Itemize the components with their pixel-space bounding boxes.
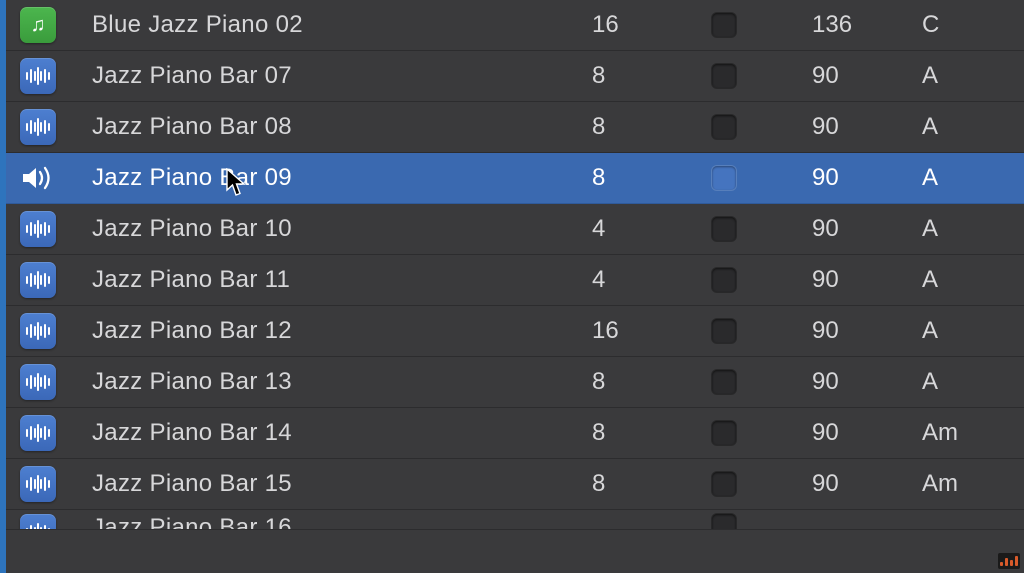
loop-beats: 8 [592,419,712,447]
loop-row[interactable]: Jazz Piano Bar 138 90A [6,357,1024,408]
loop-tempo: 90 [812,113,922,141]
audio-loop-icon [20,466,56,502]
loop-beats: 16 [592,317,712,345]
favorite-checkbox[interactable] [712,13,736,37]
loop-row[interactable]: Jazz Piano Bar 104 90A [6,204,1024,255]
loop-beats: 8 [592,470,712,498]
loop-key: Am [922,470,992,498]
favorite-checkbox[interactable] [712,115,736,139]
row-icon-slot[interactable] [16,58,60,94]
loop-beats: 8 [592,62,712,90]
favorite-cell [712,115,812,139]
favorite-cell [712,421,812,445]
loop-tempo: 136 [812,11,922,39]
loop-row[interactable]: Jazz Piano Bar 1216 90A [6,306,1024,357]
loop-beats: 4 [592,215,712,243]
row-icon-slot[interactable] [16,262,60,298]
favorite-cell [712,319,812,343]
loop-name: Jazz Piano Bar 07 [60,62,592,90]
loop-key: A [922,368,992,396]
favorite-cell [712,217,812,241]
loop-key: Am [922,419,992,447]
favorite-cell [712,370,812,394]
loop-name: Jazz Piano Bar 12 [60,317,592,345]
loop-tempo: 90 [812,470,922,498]
loop-name: Jazz Piano Bar 09 [60,164,592,192]
audio-loop-icon [20,514,56,530]
favorite-checkbox[interactable] [712,268,736,292]
loop-list: ♫Blue Jazz Piano 0216136CJazz Piano Bar … [6,0,1024,573]
loop-row[interactable]: Jazz Piano Bar 114 90A [6,255,1024,306]
loop-beats: 8 [592,164,712,192]
audio-loop-icon [20,262,56,298]
loop-key: A [922,317,992,345]
row-icon-slot[interactable] [16,466,60,502]
loop-tempo: 90 [812,368,922,396]
row-icon-slot[interactable] [16,415,60,451]
favorite-checkbox[interactable] [712,421,736,445]
loop-key: A [922,113,992,141]
loop-beats: 8 [592,113,712,141]
favorite-checkbox[interactable] [712,514,736,530]
loop-name: Jazz Piano Bar 14 [60,419,592,447]
loop-beats: 4 [592,266,712,294]
loop-key: A [922,62,992,90]
loop-name: Blue Jazz Piano 02 [60,11,592,39]
eq-badge-icon [998,553,1020,569]
row-icon-slot[interactable] [16,211,60,247]
loop-row[interactable]: ♫Blue Jazz Piano 0216 136C [6,0,1024,51]
loop-tempo: 90 [812,164,922,192]
loop-row[interactable]: Jazz Piano Bar 148 90Am [6,408,1024,459]
favorite-checkbox[interactable] [712,319,736,343]
loop-name: Jazz Piano Bar 16 [60,514,592,530]
audio-loop-icon [20,313,56,349]
row-icon-slot[interactable]: ♫ [16,7,60,43]
favorite-cell [712,13,812,37]
loop-tempo: 90 [812,317,922,345]
audio-loop-icon [20,58,56,94]
loop-row[interactable]: Jazz Piano Bar 158 90Am [6,459,1024,510]
loop-row[interactable]: Jazz Piano Bar 088 90A [6,102,1024,153]
loop-row[interactable]: Jazz Piano Bar 16 [6,510,1024,530]
favorite-cell [712,268,812,292]
loop-name: Jazz Piano Bar 13 [60,368,592,396]
audio-loop-icon [20,211,56,247]
favorite-checkbox[interactable] [712,64,736,88]
favorite-checkbox[interactable] [712,472,736,496]
loop-tempo: 90 [812,266,922,294]
audio-loop-icon [20,364,56,400]
midi-loop-icon: ♫ [20,7,56,43]
favorite-cell [712,166,812,190]
audio-loop-icon [20,415,56,451]
loop-name: Jazz Piano Bar 10 [60,215,592,243]
loop-key: A [922,215,992,243]
favorite-checkbox[interactable] [712,370,736,394]
row-icon-slot[interactable] [16,109,60,145]
favorite-checkbox[interactable] [712,217,736,241]
loop-name: Jazz Piano Bar 08 [60,113,592,141]
favorite-cell [712,472,812,496]
favorite-cell [712,64,812,88]
loop-tempo: 90 [812,62,922,90]
favorite-cell [712,514,812,530]
row-icon-slot[interactable] [16,514,60,530]
loop-name: Jazz Piano Bar 11 [60,266,592,294]
loop-beats: 8 [592,368,712,396]
row-icon-slot[interactable] [16,313,60,349]
audio-loop-icon [20,109,56,145]
row-icon-slot[interactable] [16,364,60,400]
loop-row[interactable]: Jazz Piano Bar 078 90A [6,51,1024,102]
loop-row[interactable]: Jazz Piano Bar 098 90A [6,153,1024,204]
loop-tempo: 90 [812,215,922,243]
loop-key: A [922,266,992,294]
favorite-checkbox[interactable] [712,166,736,190]
loop-key: A [922,164,992,192]
row-icon-slot[interactable] [16,165,60,191]
loop-key: C [922,11,992,39]
loop-beats: 16 [592,11,712,39]
loop-name: Jazz Piano Bar 15 [60,470,592,498]
now-playing-icon [21,165,55,191]
loop-tempo: 90 [812,419,922,447]
